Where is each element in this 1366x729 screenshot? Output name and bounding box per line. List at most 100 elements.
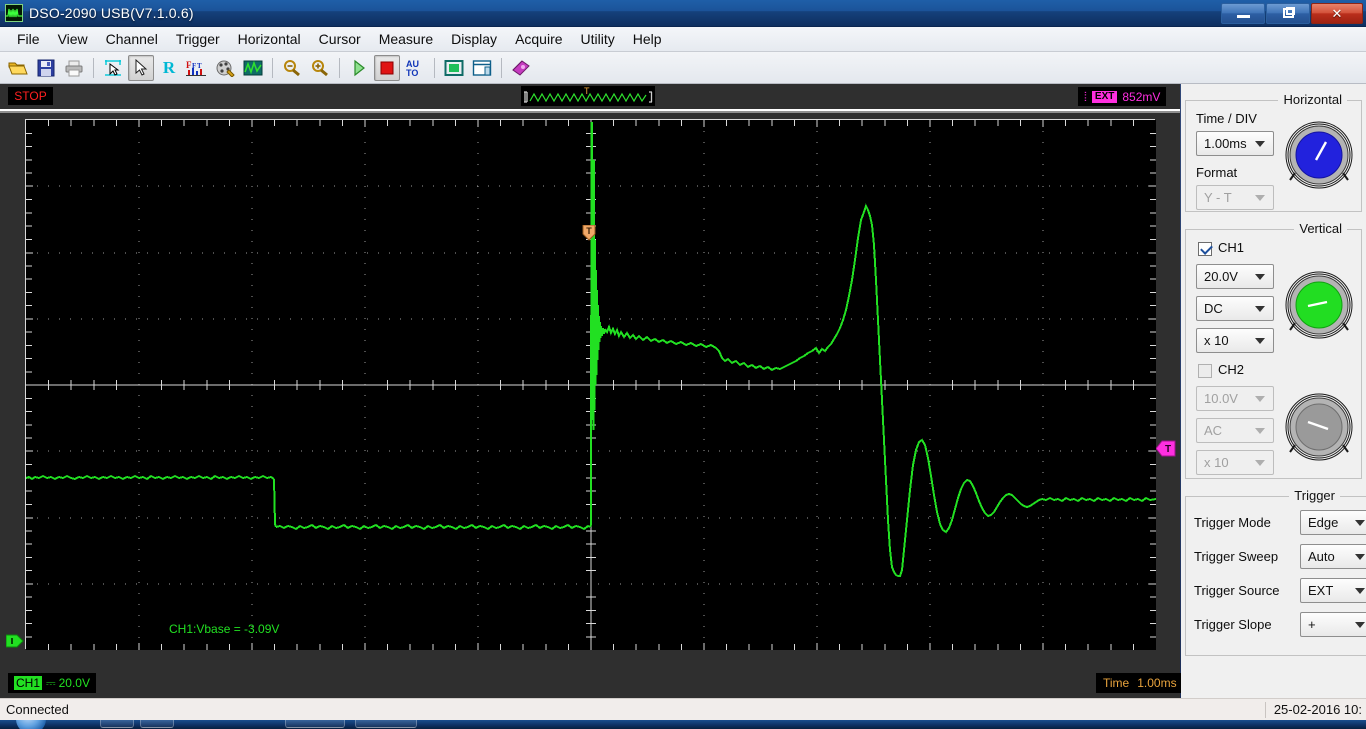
ch2-probe-select[interactable]: x 10 xyxy=(1196,450,1274,475)
chevron-down-icon xyxy=(1255,395,1265,402)
menu-channel[interactable]: Channel xyxy=(97,28,167,50)
menu-horizontal[interactable]: Horizontal xyxy=(229,28,310,50)
stop-icon[interactable] xyxy=(374,54,400,81)
trigger-source-badge: EXT xyxy=(1091,90,1118,103)
time-div-value: 1.00ms xyxy=(1204,136,1247,151)
trigger-level-marker[interactable]: T xyxy=(1155,440,1176,457)
start-button[interactable] xyxy=(16,720,46,729)
window-title: DSO-2090 USB(V7.1.0.6) xyxy=(29,5,194,21)
menu-utility[interactable]: Utility xyxy=(572,28,624,50)
trigger-mode-label: Trigger Mode xyxy=(1194,515,1271,530)
ch1-label: CH1 xyxy=(1218,240,1245,255)
chevron-down-icon xyxy=(1255,194,1265,201)
menu-trigger[interactable]: Trigger xyxy=(167,28,229,50)
channel1-status[interactable]: CH1 ⎓ 20.0V xyxy=(8,673,96,693)
reference-letter: R xyxy=(162,57,176,77)
run-icon[interactable] xyxy=(346,55,372,81)
fft-icon[interactable]: F F T xyxy=(184,55,210,81)
trigger-mode-select[interactable]: Edge xyxy=(1300,510,1366,535)
scope-info-strip: STOP T ⦙ EXT 852mV xyxy=(0,84,1180,109)
ch2-position-knob[interactable] xyxy=(1282,390,1356,464)
menu-file[interactable]: File xyxy=(8,28,49,50)
taskbar-item-3[interactable] xyxy=(285,720,345,728)
close-icon[interactable]: ✕ xyxy=(1311,2,1363,24)
crosshair-cursor-icon[interactable] xyxy=(100,55,126,81)
auto-setup-icon[interactable]: AU TO xyxy=(402,55,428,81)
ch1-enable-checkbox[interactable] xyxy=(1198,242,1212,256)
chevron-down-icon xyxy=(1255,273,1265,280)
about-icon[interactable] xyxy=(508,55,534,81)
chevron-down-icon xyxy=(1255,427,1265,434)
time-div-select[interactable]: 1.00ms xyxy=(1196,131,1274,156)
pointer-select-icon[interactable] xyxy=(128,54,154,81)
ch1-probe-select[interactable]: x 10 xyxy=(1196,328,1274,353)
chevron-down-icon xyxy=(1255,140,1265,147)
chevron-down-icon xyxy=(1355,519,1365,526)
menu-view[interactable]: View xyxy=(49,28,97,50)
graticule[interactable]: CH1:Vbase = -3.09V xyxy=(25,119,1156,650)
chevron-down-icon xyxy=(1355,621,1365,628)
channel1-position-marker[interactable] xyxy=(5,633,24,649)
trigger-group-title: Trigger xyxy=(1289,488,1340,503)
waveform-preview[interactable]: T xyxy=(521,86,655,106)
zoom-out-icon[interactable] xyxy=(279,55,305,81)
menu-measure[interactable]: Measure xyxy=(370,28,442,50)
trigger-info: ⦙ EXT 852mV xyxy=(1078,87,1167,106)
persistence-icon[interactable] xyxy=(212,55,238,81)
svg-text:T: T xyxy=(197,62,202,70)
ch1-position-knob[interactable] xyxy=(1282,268,1356,342)
taskbar-item-2[interactable] xyxy=(140,720,174,728)
trigger-position-marker[interactable]: T xyxy=(582,224,596,241)
waveform-display-icon[interactable] xyxy=(240,55,266,81)
chevron-down-icon xyxy=(1355,553,1365,560)
horizontal-group-title: Horizontal xyxy=(1278,92,1347,107)
plot-container: T T CH1:Vbase = -3.09V xyxy=(0,113,1180,669)
ch2-coupling-value: AC xyxy=(1204,423,1223,438)
horizontal-position-knob[interactable] xyxy=(1282,118,1356,192)
rising-edge-icon: ⦙ xyxy=(1084,89,1087,104)
ch1-coupling-select[interactable]: DC xyxy=(1196,296,1274,321)
window-layout-icon[interactable] xyxy=(469,55,495,81)
format-select[interactable]: Y - T xyxy=(1196,185,1274,210)
open-file-icon[interactable] xyxy=(5,55,31,81)
trigger-slope-select[interactable]: + xyxy=(1300,612,1366,637)
application-window: DSO-2090 USB(V7.1.0.6) ✕ File View Chann… xyxy=(0,0,1366,729)
menu-bar: File View Channel Trigger Horizontal Cur… xyxy=(0,27,1366,52)
time-status[interactable]: Time 1.00ms xyxy=(1096,673,1184,693)
chevron-down-icon xyxy=(1255,305,1265,312)
horizontal-group: Horizontal Time / DIV 1.00ms Format Y - … xyxy=(1185,92,1362,212)
trigger-source-select[interactable]: EXT xyxy=(1300,578,1366,603)
scope-status-bar: CH1 ⎓ 20.0V Time 1.00ms xyxy=(0,669,1184,698)
maximize-icon[interactable] xyxy=(1266,2,1310,24)
chevron-down-icon xyxy=(1355,587,1365,594)
menu-cursor[interactable]: Cursor xyxy=(310,28,370,50)
reference-waveform-icon[interactable]: R xyxy=(156,55,182,81)
save-file-icon[interactable] xyxy=(33,55,59,81)
clock-display: 25-02-2016 10: xyxy=(1273,702,1362,717)
taskbar-item-1[interactable] xyxy=(100,720,134,728)
ch2-coupling-select[interactable]: AC xyxy=(1196,418,1274,443)
vertical-group-title: Vertical xyxy=(1294,221,1347,236)
minimize-icon[interactable] xyxy=(1221,2,1265,24)
toolbar: R F F T AU TO xyxy=(0,52,1366,84)
menu-display[interactable]: Display xyxy=(442,28,506,50)
ch1-volts-div-select[interactable]: 20.0V xyxy=(1196,264,1274,289)
run-state-badge: STOP xyxy=(8,87,53,105)
zoom-in-icon[interactable] xyxy=(307,55,333,81)
channel1-volts-div: 20.0V xyxy=(58,676,90,690)
scope-waveform-icon xyxy=(5,4,23,22)
menu-help[interactable]: Help xyxy=(624,28,671,50)
status-bar: Connected 25-02-2016 10: xyxy=(0,698,1366,720)
svg-text:T: T xyxy=(1165,444,1171,455)
taskbar-item-4[interactable] xyxy=(355,720,417,728)
ch2-volts-div-select[interactable]: 10.0V xyxy=(1196,386,1274,411)
print-icon[interactable] xyxy=(61,55,87,81)
menu-acquire[interactable]: Acquire xyxy=(506,28,571,50)
ch2-enable-checkbox[interactable] xyxy=(1198,364,1212,378)
windows-taskbar xyxy=(0,720,1366,729)
title-bar: DSO-2090 USB(V7.1.0.6) ✕ xyxy=(0,0,1366,27)
trigger-sweep-select[interactable]: Auto xyxy=(1300,544,1366,569)
scope-display-area: STOP T ⦙ EXT 852mV T T CH1:Vbase = -3.09… xyxy=(0,84,1184,698)
fit-screen-icon[interactable] xyxy=(441,55,467,81)
trigger-sweep-label: Trigger Sweep xyxy=(1194,549,1279,564)
